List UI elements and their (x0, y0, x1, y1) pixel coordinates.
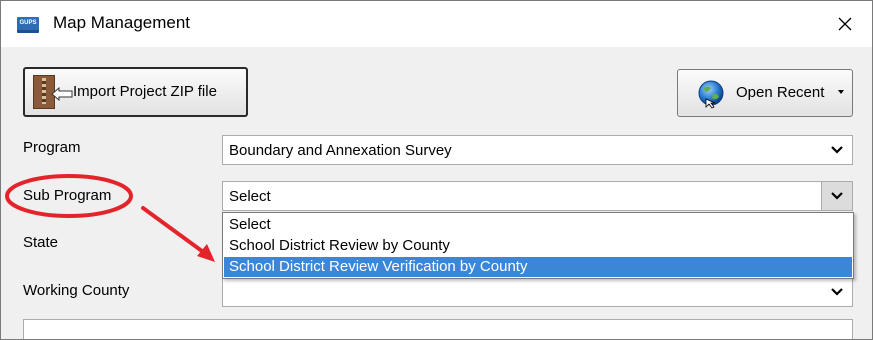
sub-program-value: Select (229, 188, 271, 205)
open-recent-label: Open Recent (736, 84, 825, 101)
map-management-dialog: GUPS Map Management Import Project ZIP f… (0, 0, 873, 340)
program-label: Program (23, 139, 81, 156)
working-county-dropdown-button[interactable] (822, 278, 852, 306)
chevron-down-icon (831, 288, 843, 296)
import-arrow-icon (51, 87, 73, 101)
caret-down-icon (838, 90, 844, 94)
app-icon: GUPS (17, 17, 39, 33)
dropdown-option-label: Select (229, 216, 271, 233)
sub-program-label: Sub Program (23, 187, 112, 204)
working-county-select[interactable] (222, 277, 853, 307)
state-label: State (23, 234, 59, 251)
dropdown-option-label: School District Review by County (229, 237, 450, 254)
sub-program-dropdown-list: Select School District Review by County … (222, 212, 854, 279)
import-zip-label: Import Project ZIP file (73, 83, 217, 100)
program-select[interactable]: Boundary and Annexation Survey (222, 135, 853, 165)
chevron-down-icon (831, 192, 843, 200)
dropdown-option[interactable]: School District Review by County (224, 236, 852, 256)
working-county-label: Working County (23, 282, 130, 299)
close-icon (838, 17, 852, 31)
sub-program-select[interactable]: Select (222, 181, 853, 211)
chevron-down-icon (831, 146, 843, 154)
import-zip-button[interactable]: Import Project ZIP file (23, 67, 248, 117)
dropdown-option-selected[interactable]: School District Review Verification by C… (224, 257, 852, 277)
program-dropdown-button[interactable] (822, 136, 852, 164)
annotation-arrow-head (197, 244, 215, 262)
dropdown-option[interactable]: Select (224, 215, 852, 235)
program-value: Boundary and Annexation Survey (229, 142, 452, 159)
window-title: Map Management (53, 13, 191, 32)
dropdown-option-label: School District Review Verification by C… (229, 258, 528, 275)
close-button[interactable] (829, 9, 861, 39)
globe-icon (698, 80, 724, 109)
annotation-arrow-line (141, 206, 208, 256)
sub-program-dropdown-button[interactable] (821, 182, 852, 210)
open-recent-button[interactable]: Open Recent (677, 69, 853, 117)
title-bar: GUPS Map Management (1, 1, 872, 47)
map-panel (23, 319, 853, 339)
